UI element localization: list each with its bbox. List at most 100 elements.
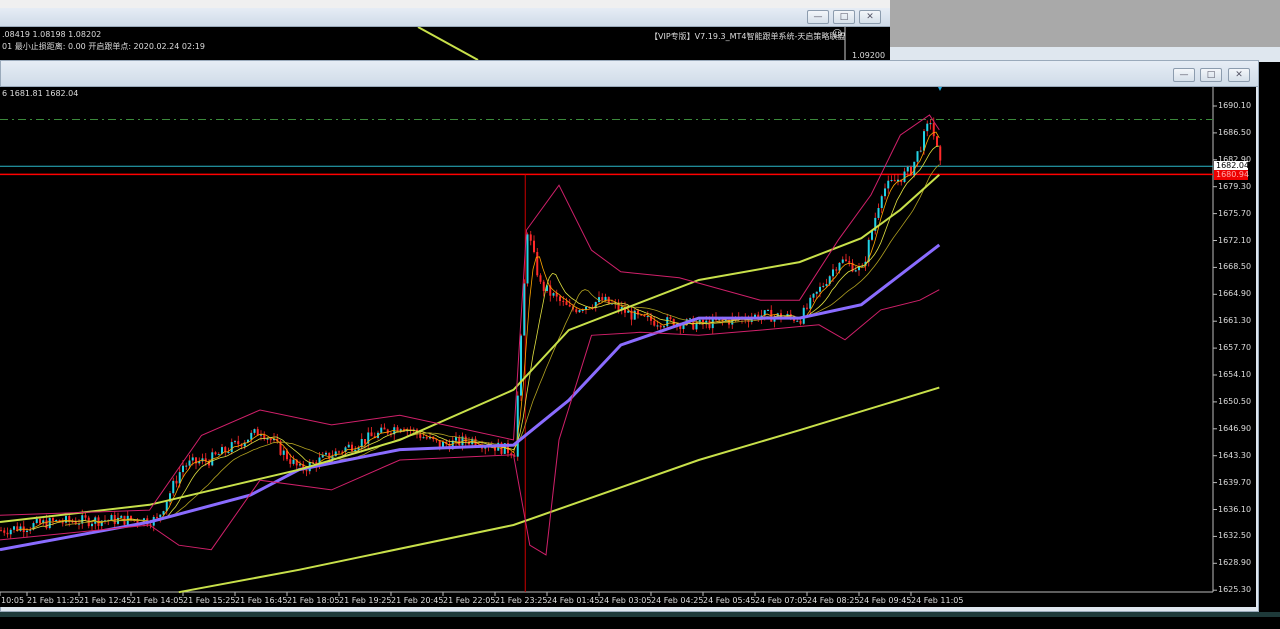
candle-body xyxy=(575,309,578,313)
candle-body xyxy=(65,516,67,523)
candle-body xyxy=(669,317,672,320)
candle-body xyxy=(458,436,461,446)
price-axis-label: 1632.50 xyxy=(1218,531,1252,541)
candle-body xyxy=(175,480,178,484)
candle-body xyxy=(120,515,123,518)
price-axis-label: 1646.90 xyxy=(1218,423,1252,433)
candle-body xyxy=(932,123,935,137)
candle-body xyxy=(266,438,269,440)
candle-body xyxy=(841,259,844,263)
time-axis-label: 24 Feb 03:05 xyxy=(599,596,652,605)
candle-body xyxy=(110,515,113,521)
candle-body xyxy=(9,529,12,535)
time-axis-label: 21 Feb 12:45 xyxy=(79,596,132,605)
candle-body xyxy=(35,518,38,524)
candle-body xyxy=(48,517,51,529)
candle-body xyxy=(234,441,236,443)
candle-body xyxy=(305,470,308,472)
candle-body xyxy=(237,441,240,445)
candle-body xyxy=(562,300,565,302)
main-ohlc-text: 6 1681.81 1682.04 xyxy=(2,89,79,98)
ask-price-label: 1680.94 xyxy=(1214,170,1250,180)
candle-body xyxy=(903,171,906,183)
candle-body xyxy=(55,520,58,522)
candle-body xyxy=(646,316,649,318)
candle-body xyxy=(656,325,659,327)
candle-body xyxy=(52,517,54,521)
candle-body xyxy=(663,326,665,328)
price-axis-label: 1675.70 xyxy=(1218,208,1252,218)
price-axis-label: 1625.30 xyxy=(1218,585,1252,595)
price-chart[interactable] xyxy=(0,0,1280,629)
price-axis-label: 1690.10 xyxy=(1218,101,1252,110)
candle-body xyxy=(383,427,386,430)
time-axis-label: 21 Feb 15:25 xyxy=(183,596,236,605)
candle-body xyxy=(799,320,802,324)
bottom-border xyxy=(0,612,1280,617)
time-axis-label: 24 Feb 11:05 xyxy=(911,596,964,605)
candle-body xyxy=(936,136,938,147)
candle-body xyxy=(926,123,929,132)
candle-body xyxy=(767,309,769,311)
candle-body xyxy=(565,301,568,305)
ma-20-line xyxy=(64,164,940,526)
candle-body xyxy=(578,310,581,313)
candle-body xyxy=(13,526,15,530)
candle-body xyxy=(581,309,584,311)
candle-body xyxy=(45,520,48,529)
price-axis-label: 1672.10 xyxy=(1218,235,1252,245)
candle-body xyxy=(520,335,522,396)
candle-body xyxy=(542,281,545,291)
price-axis-label: 1661.30 xyxy=(1218,316,1252,326)
time-axis-label: 24 Feb 01:45 xyxy=(547,596,600,605)
ma-slow-line xyxy=(0,243,941,552)
candle-body xyxy=(419,433,422,438)
time-axis-label: 21 Feb 14:05 xyxy=(131,596,184,605)
candle-body xyxy=(552,293,555,296)
time-axis-label: 21 Feb 11:25 xyxy=(27,596,80,605)
time-axis-label: 21 Feb 22:05 xyxy=(443,596,496,605)
price-axis-label: 1686.50 xyxy=(1218,127,1252,137)
candle-body xyxy=(880,196,883,209)
candle-body xyxy=(568,304,571,307)
candle-body xyxy=(526,234,529,284)
candle-body xyxy=(708,320,711,329)
candle-body xyxy=(796,320,799,322)
price-axis-label: 1636.10 xyxy=(1218,504,1252,514)
candle-body xyxy=(386,429,389,434)
price-axis-label: 1654.10 xyxy=(1218,370,1252,379)
band-lower-line xyxy=(0,289,940,556)
price-axis-label: 1668.50 xyxy=(1218,262,1252,272)
candle-body xyxy=(269,438,272,441)
time-axis-label: 21 Feb 19:25 xyxy=(339,596,392,605)
candle-body xyxy=(845,259,847,262)
candle-body xyxy=(370,432,373,437)
candle-body xyxy=(156,516,158,518)
price-axis-label: 1664.90 xyxy=(1218,289,1252,299)
candle-body xyxy=(214,452,217,455)
candle-body xyxy=(822,285,825,287)
price-axis-label: 1643.30 xyxy=(1218,450,1252,460)
candle-body xyxy=(539,275,542,282)
price-axis-label: 1679.30 xyxy=(1218,181,1252,191)
ma-long-lower-line xyxy=(178,386,940,594)
candle-body xyxy=(172,480,175,494)
candle-body xyxy=(260,434,262,436)
candle-body xyxy=(26,530,28,533)
candle-body xyxy=(533,240,535,253)
candle-body xyxy=(351,444,353,452)
candle-body xyxy=(299,464,301,466)
candle-body xyxy=(682,325,685,330)
time-axis-label: 24 Feb 04:25 xyxy=(651,596,704,605)
candle-body xyxy=(61,522,64,524)
candle-body xyxy=(695,323,698,330)
candle-body xyxy=(884,188,886,197)
candle-body xyxy=(289,459,292,464)
candle-body xyxy=(559,296,561,301)
candle-body xyxy=(224,447,227,453)
candle-body xyxy=(230,442,233,453)
candle-body xyxy=(256,429,259,436)
candle-body xyxy=(282,450,285,455)
candle-body xyxy=(159,514,162,518)
time-axis-label: 24 Feb 07:05 xyxy=(755,596,808,605)
